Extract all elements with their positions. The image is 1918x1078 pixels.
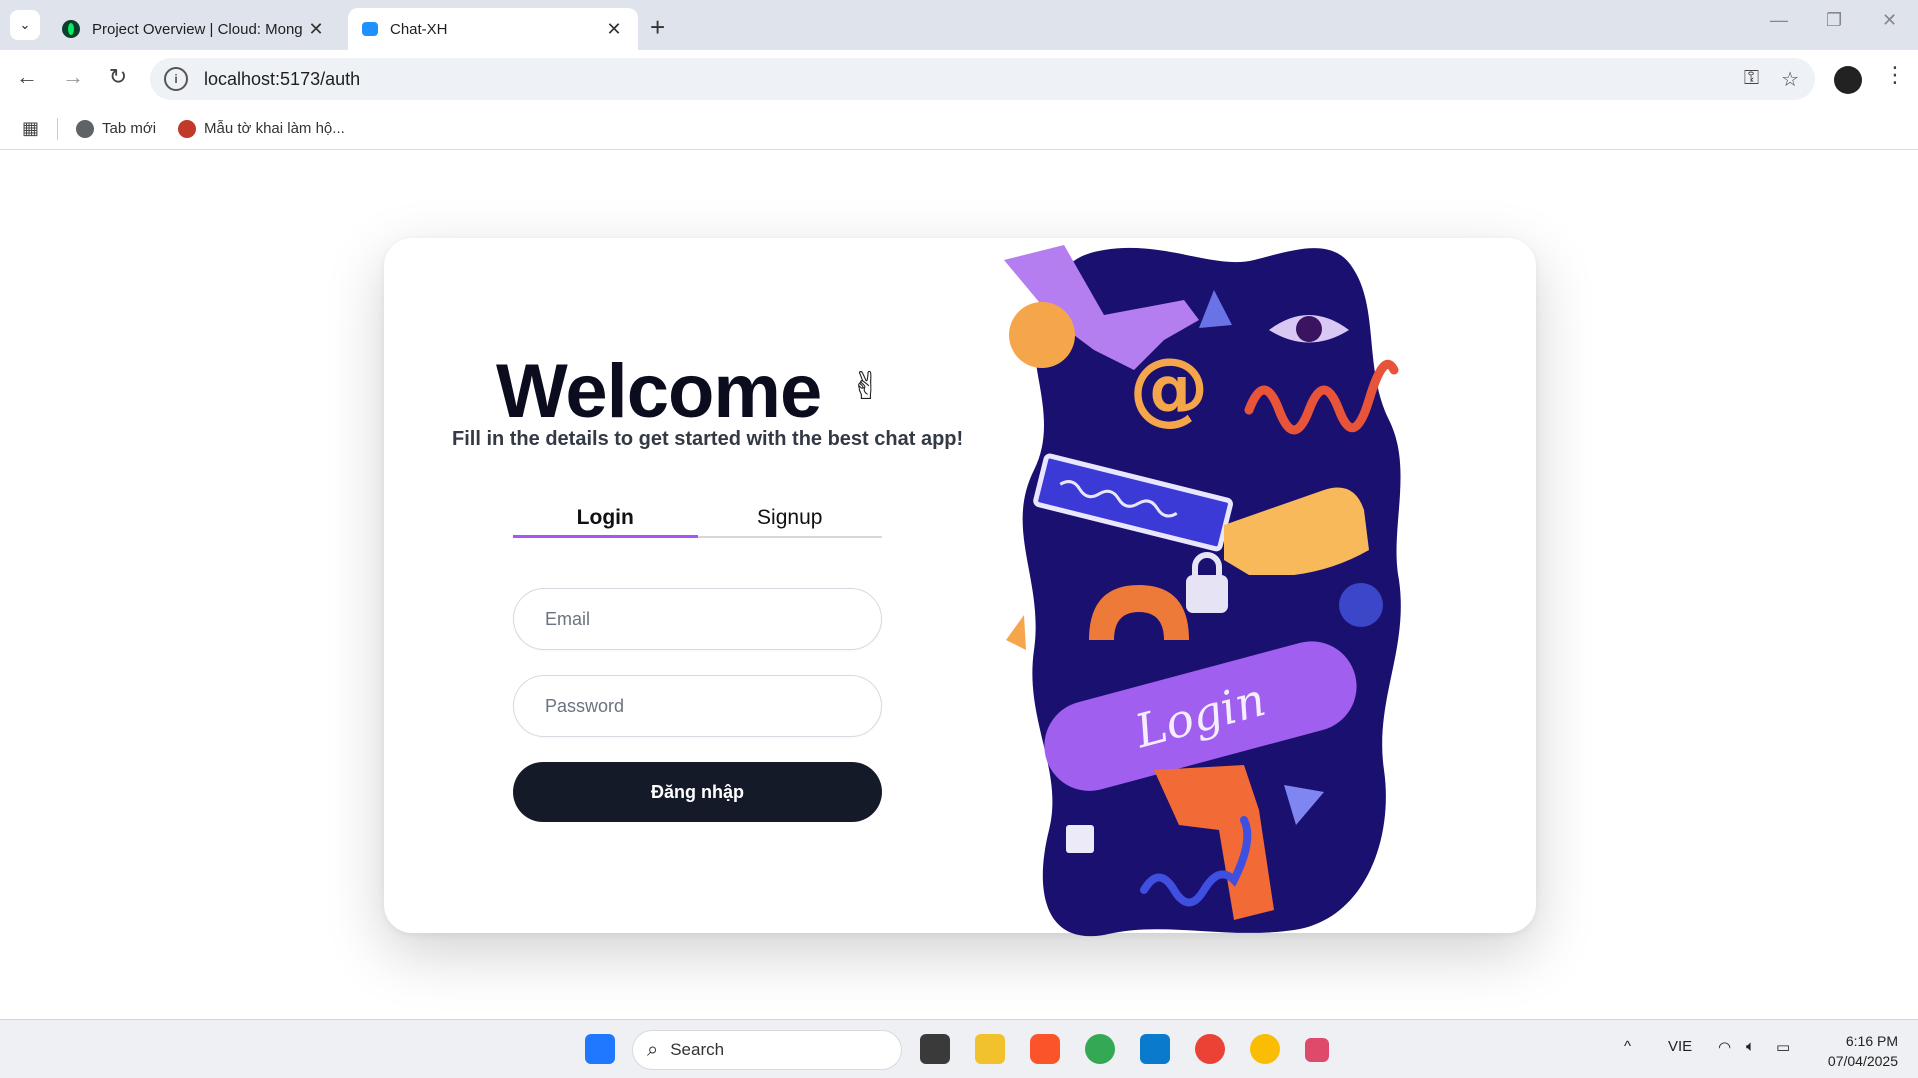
- bookmarks-bar: ▦ Tab mới Mẫu tờ khai làm hộ...: [0, 108, 1918, 150]
- tab-search-button[interactable]: ⌄: [10, 10, 40, 40]
- bookmarks-divider: [57, 117, 59, 140]
- browser-tab-mongodb[interactable]: Project Overview | Cloud: Mong ✕: [48, 8, 340, 50]
- mongodb-leaf-icon: [62, 20, 80, 38]
- address-bar[interactable]: i localhost:5173/auth ⚿ ☆: [150, 58, 1815, 100]
- browser-tab-chat-xh[interactable]: Chat-XH ✕: [348, 8, 638, 50]
- chrome-profile-icon[interactable]: [1195, 1034, 1225, 1064]
- eye-pupil-shape: [1296, 316, 1322, 342]
- wifi-icon[interactable]: ◠: [1718, 1038, 1731, 1056]
- tab-login[interactable]: Login: [513, 500, 698, 538]
- at-symbol-icon: @: [1129, 341, 1209, 434]
- tray-chevron-icon[interactable]: ^: [1624, 1038, 1631, 1055]
- email-input[interactable]: [514, 589, 881, 649]
- auth-card: Welcome ✌ Fill in the details to get sta…: [384, 238, 1536, 937]
- password-field-wrapper: [513, 675, 882, 737]
- language-indicator[interactable]: VIE: [1668, 1038, 1692, 1055]
- window-close-button[interactable]: ✕: [1882, 10, 1897, 31]
- blue-circle-shape: [1339, 583, 1383, 627]
- tab-title: Project Overview | Cloud: Mong: [92, 20, 303, 38]
- orange-circle-shape: [1009, 302, 1075, 368]
- browser-tabstrip: ⌄ Project Overview | Cloud: Mong ✕ Chat-…: [0, 0, 1918, 50]
- site-icon: [178, 119, 197, 138]
- restore-button[interactable]: ❐: [1826, 10, 1842, 31]
- forward-button[interactable]: →: [58, 64, 88, 90]
- browser-menu-icon[interactable]: ⋮: [1884, 62, 1906, 88]
- auth-tabs: Login Signup: [513, 500, 882, 538]
- file-explorer-icon[interactable]: [975, 1034, 1005, 1064]
- profile-avatar[interactable]: [1834, 66, 1862, 94]
- back-button[interactable]: ←: [12, 64, 42, 90]
- tab-title: Chat-XH: [390, 20, 448, 38]
- minimize-button[interactable]: —: [1770, 10, 1788, 31]
- login-illustration: @ Login: [1004, 245, 1401, 937]
- chat-bubble-icon: [362, 22, 378, 36]
- new-tab-button[interactable]: +: [650, 12, 665, 43]
- small-triangle-shape: [1006, 615, 1026, 650]
- bookmark-label: Mẫu tờ khai làm hộ...: [204, 120, 345, 137]
- task-view-icon[interactable]: [920, 1034, 950, 1064]
- chrome-profile-2-icon[interactable]: [1250, 1034, 1280, 1064]
- vscode-icon[interactable]: [1140, 1034, 1170, 1064]
- welcome-heading: Welcome: [496, 349, 822, 434]
- search-icon: ⌕: [647, 1038, 659, 1061]
- brave-browser-icon[interactable]: [1030, 1034, 1060, 1064]
- clock-time: 6:16 PM: [1845, 1033, 1898, 1049]
- taskbar-search[interactable]: ⌕ Search: [632, 1030, 902, 1070]
- browser-toolbar: ← → ↻ i localhost:5173/auth ⚿ ☆ ⋮: [0, 50, 1918, 108]
- tab-close-icon[interactable]: ✕: [604, 19, 624, 40]
- snipping-tool-icon[interactable]: [1305, 1038, 1329, 1062]
- windows-start-icon[interactable]: [585, 1034, 615, 1064]
- volume-icon[interactable]: 🔈︎: [1746, 1038, 1755, 1055]
- password-input[interactable]: [514, 676, 881, 736]
- url-text[interactable]: localhost:5173/auth: [204, 69, 360, 90]
- lock-icon: [1186, 575, 1228, 613]
- password-key-icon[interactable]: ⚿: [1744, 67, 1759, 92]
- site-info-icon[interactable]: i: [164, 67, 188, 91]
- white-square-shape: [1066, 825, 1094, 853]
- tab-close-icon[interactable]: ✕: [306, 19, 326, 40]
- chrome-icon[interactable]: [1085, 1034, 1115, 1064]
- bookmark-tab-moi[interactable]: Tab mới: [76, 119, 157, 138]
- bookmark-label: Tab mới: [102, 120, 157, 137]
- page-content: Welcome ✌ Fill in the details to get sta…: [0, 151, 1918, 1019]
- victory-hand-icon: ✌: [850, 366, 882, 408]
- system-clock[interactable]: 6:16 PM 07/04/2025: [1814, 1031, 1898, 1071]
- bookmark-mau-to-khai[interactable]: Mẫu tờ khai làm hộ...: [178, 119, 345, 138]
- battery-icon[interactable]: ▭: [1776, 1038, 1790, 1056]
- apps-grid-icon[interactable]: ▦: [22, 118, 39, 139]
- login-submit-button[interactable]: Đăng nhập: [513, 762, 882, 822]
- welcome-subtitle: Fill in the details to get started with …: [452, 428, 964, 450]
- bookmark-star-icon[interactable]: ☆: [1781, 67, 1799, 92]
- reload-button[interactable]: ↻: [103, 64, 133, 90]
- tab-signup[interactable]: Signup: [698, 500, 883, 536]
- globe-icon: [76, 119, 95, 138]
- email-field-wrapper: [513, 588, 882, 650]
- windows-taskbar: ⌕ Search ^ VIE ◠ 🔈︎ ▭ 6:16 PM 07/04/2025: [0, 1019, 1918, 1078]
- taskbar-search-label: Search: [670, 1040, 725, 1059]
- clock-date: 07/04/2025: [1827, 1053, 1898, 1069]
